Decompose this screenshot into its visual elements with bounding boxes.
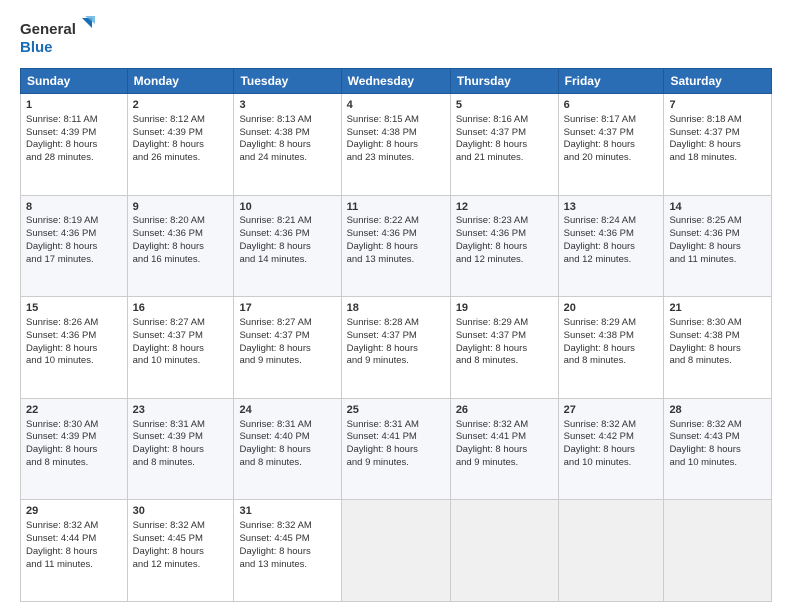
header-cell-monday: Monday [127, 69, 234, 94]
svg-text:Blue: Blue [20, 39, 53, 56]
day-number: 28 [669, 403, 766, 418]
day-cell: 26Sunrise: 8:32 AMSunset: 4:41 PMDayligh… [450, 398, 558, 500]
day-cell: 24Sunrise: 8:31 AMSunset: 4:40 PMDayligh… [234, 398, 341, 500]
day-cell [450, 500, 558, 602]
day-cell: 18Sunrise: 8:28 AMSunset: 4:37 PMDayligh… [341, 297, 450, 399]
header: General Blue [20, 16, 772, 60]
week-row-2: 8Sunrise: 8:19 AMSunset: 4:36 PMDaylight… [21, 195, 772, 297]
day-number: 16 [133, 301, 229, 316]
logo-svg: General Blue [20, 16, 100, 60]
day-cell: 31Sunrise: 8:32 AMSunset: 4:45 PMDayligh… [234, 500, 341, 602]
day-cell: 3Sunrise: 8:13 AMSunset: 4:38 PMDaylight… [234, 94, 341, 196]
day-number: 24 [239, 403, 335, 418]
day-cell: 19Sunrise: 8:29 AMSunset: 4:37 PMDayligh… [450, 297, 558, 399]
day-number: 6 [564, 98, 659, 113]
day-number: 17 [239, 301, 335, 316]
day-cell: 30Sunrise: 8:32 AMSunset: 4:45 PMDayligh… [127, 500, 234, 602]
day-number: 5 [456, 98, 553, 113]
day-cell [341, 500, 450, 602]
day-number: 3 [239, 98, 335, 113]
day-number: 9 [133, 200, 229, 215]
day-cell: 17Sunrise: 8:27 AMSunset: 4:37 PMDayligh… [234, 297, 341, 399]
day-number: 10 [239, 200, 335, 215]
calendar-header: SundayMondayTuesdayWednesdayThursdayFrid… [21, 69, 772, 94]
day-number: 26 [456, 403, 553, 418]
day-cell: 22Sunrise: 8:30 AMSunset: 4:39 PMDayligh… [21, 398, 128, 500]
day-cell: 16Sunrise: 8:27 AMSunset: 4:37 PMDayligh… [127, 297, 234, 399]
day-cell: 25Sunrise: 8:31 AMSunset: 4:41 PMDayligh… [341, 398, 450, 500]
day-cell: 7Sunrise: 8:18 AMSunset: 4:37 PMDaylight… [664, 94, 772, 196]
week-row-1: 1Sunrise: 8:11 AMSunset: 4:39 PMDaylight… [21, 94, 772, 196]
day-number: 7 [669, 98, 766, 113]
day-number: 31 [239, 504, 335, 519]
svg-text:General: General [20, 21, 76, 38]
header-cell-sunday: Sunday [21, 69, 128, 94]
day-number: 1 [26, 98, 122, 113]
week-row-3: 15Sunrise: 8:26 AMSunset: 4:36 PMDayligh… [21, 297, 772, 399]
header-cell-saturday: Saturday [664, 69, 772, 94]
day-number: 18 [347, 301, 445, 316]
header-row: SundayMondayTuesdayWednesdayThursdayFrid… [21, 69, 772, 94]
day-number: 2 [133, 98, 229, 113]
day-cell: 21Sunrise: 8:30 AMSunset: 4:38 PMDayligh… [664, 297, 772, 399]
day-cell: 12Sunrise: 8:23 AMSunset: 4:36 PMDayligh… [450, 195, 558, 297]
day-number: 27 [564, 403, 659, 418]
day-cell [664, 500, 772, 602]
day-number: 20 [564, 301, 659, 316]
day-cell: 1Sunrise: 8:11 AMSunset: 4:39 PMDaylight… [21, 94, 128, 196]
day-number: 30 [133, 504, 229, 519]
day-number: 19 [456, 301, 553, 316]
day-number: 11 [347, 200, 445, 215]
day-cell: 2Sunrise: 8:12 AMSunset: 4:39 PMDaylight… [127, 94, 234, 196]
day-cell: 11Sunrise: 8:22 AMSunset: 4:36 PMDayligh… [341, 195, 450, 297]
day-number: 15 [26, 301, 122, 316]
logo: General Blue [20, 16, 100, 60]
week-row-4: 22Sunrise: 8:30 AMSunset: 4:39 PMDayligh… [21, 398, 772, 500]
day-number: 22 [26, 403, 122, 418]
day-number: 4 [347, 98, 445, 113]
day-number: 29 [26, 504, 122, 519]
day-cell: 10Sunrise: 8:21 AMSunset: 4:36 PMDayligh… [234, 195, 341, 297]
day-cell: 15Sunrise: 8:26 AMSunset: 4:36 PMDayligh… [21, 297, 128, 399]
page: General Blue SundayMondayTuesdayWednesda… [0, 0, 792, 612]
day-number: 23 [133, 403, 229, 418]
day-number: 13 [564, 200, 659, 215]
header-cell-thursday: Thursday [450, 69, 558, 94]
day-cell: 6Sunrise: 8:17 AMSunset: 4:37 PMDaylight… [558, 94, 664, 196]
day-number: 8 [26, 200, 122, 215]
day-number: 14 [669, 200, 766, 215]
calendar-table: SundayMondayTuesdayWednesdayThursdayFrid… [20, 68, 772, 602]
day-cell: 13Sunrise: 8:24 AMSunset: 4:36 PMDayligh… [558, 195, 664, 297]
day-number: 12 [456, 200, 553, 215]
day-cell: 9Sunrise: 8:20 AMSunset: 4:36 PMDaylight… [127, 195, 234, 297]
week-row-5: 29Sunrise: 8:32 AMSunset: 4:44 PMDayligh… [21, 500, 772, 602]
day-number: 25 [347, 403, 445, 418]
day-cell: 28Sunrise: 8:32 AMSunset: 4:43 PMDayligh… [664, 398, 772, 500]
header-cell-wednesday: Wednesday [341, 69, 450, 94]
day-cell: 27Sunrise: 8:32 AMSunset: 4:42 PMDayligh… [558, 398, 664, 500]
day-cell: 4Sunrise: 8:15 AMSunset: 4:38 PMDaylight… [341, 94, 450, 196]
calendar-body: 1Sunrise: 8:11 AMSunset: 4:39 PMDaylight… [21, 94, 772, 602]
day-cell: 8Sunrise: 8:19 AMSunset: 4:36 PMDaylight… [21, 195, 128, 297]
day-cell: 23Sunrise: 8:31 AMSunset: 4:39 PMDayligh… [127, 398, 234, 500]
day-cell: 29Sunrise: 8:32 AMSunset: 4:44 PMDayligh… [21, 500, 128, 602]
day-cell: 20Sunrise: 8:29 AMSunset: 4:38 PMDayligh… [558, 297, 664, 399]
day-cell [558, 500, 664, 602]
day-number: 21 [669, 301, 766, 316]
header-cell-friday: Friday [558, 69, 664, 94]
day-cell: 5Sunrise: 8:16 AMSunset: 4:37 PMDaylight… [450, 94, 558, 196]
header-cell-tuesday: Tuesday [234, 69, 341, 94]
day-cell: 14Sunrise: 8:25 AMSunset: 4:36 PMDayligh… [664, 195, 772, 297]
